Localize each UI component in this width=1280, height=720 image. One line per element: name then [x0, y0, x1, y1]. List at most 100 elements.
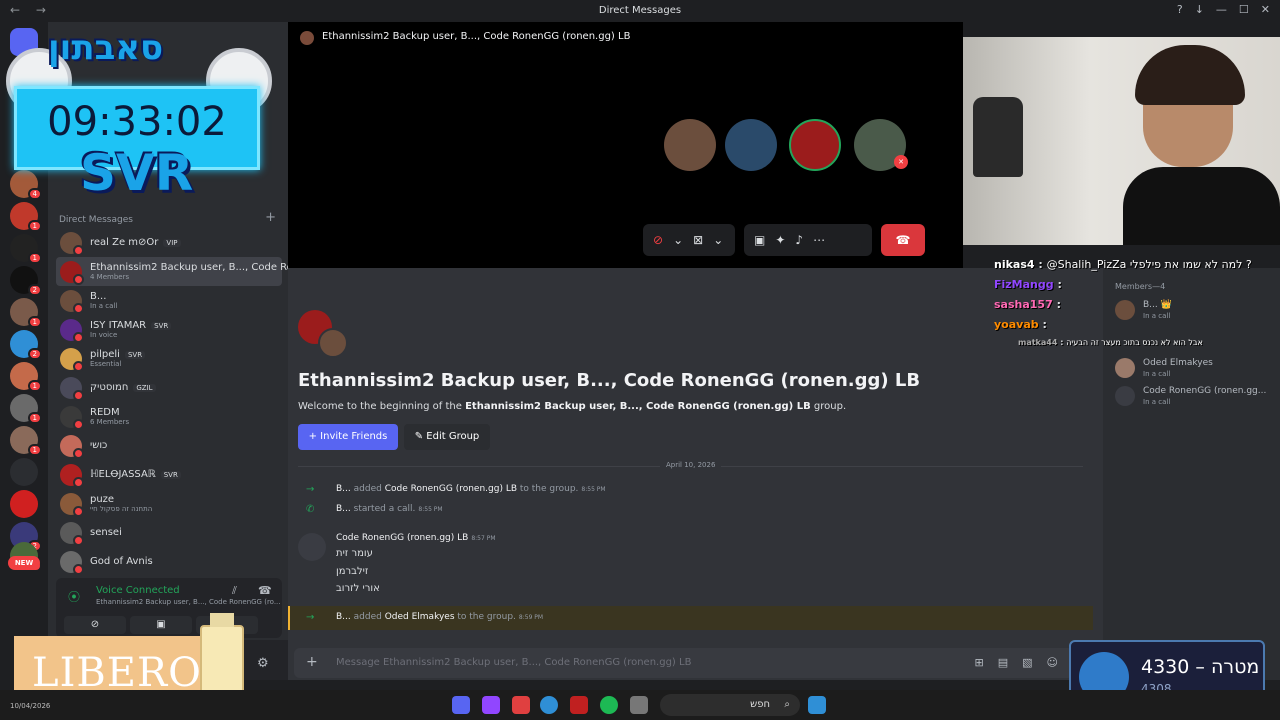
avatar	[1115, 386, 1135, 406]
chrome-icon[interactable]	[540, 696, 558, 714]
status-badge: GZIL	[133, 384, 156, 392]
server-icon[interactable]: 2	[10, 266, 42, 296]
server-icon[interactable]: 1	[10, 362, 42, 392]
message-placeholder: Message Ethannissim2 Backup user, B..., …	[336, 657, 692, 668]
camera-off-button[interactable]: ⊘	[64, 616, 126, 634]
edit-group-button[interactable]: ✎ Edit Group	[404, 424, 490, 450]
gif-icon[interactable]: ▤	[998, 656, 1008, 669]
server-icon[interactable]: 1	[10, 202, 42, 232]
chat-message: sasha157 :	[994, 298, 1061, 311]
discord-icon[interactable]	[452, 696, 470, 714]
camera-off-icon[interactable]: ⊠	[693, 233, 703, 247]
dm-item[interactable]: ℍELꝊJASSAℝ SVR	[56, 460, 282, 489]
join-arrow-icon: →	[306, 612, 315, 623]
webcam-overlay	[963, 37, 1280, 245]
app-icon[interactable]	[570, 696, 588, 714]
server-icon[interactable]: 1	[10, 298, 42, 328]
message-author[interactable]: Code RonenGG (ronen.gg) LB 8:57 PM	[336, 533, 496, 543]
member-item[interactable]: Oded Elmakyes In a call	[1115, 358, 1275, 384]
soundboard-icon[interactable]: ♪	[795, 233, 803, 247]
gear-icon[interactable]: ⚙	[257, 656, 269, 671]
chevron-down-icon[interactable]: ⌄	[673, 233, 683, 247]
group-avatar	[298, 310, 348, 360]
dm-item[interactable]: sensei	[56, 518, 282, 547]
avatar	[60, 463, 84, 488]
dm-item[interactable]: REDM 6 Members	[56, 402, 282, 431]
message-input[interactable]: + Message Ethannissim2 Backup user, B...…	[294, 648, 1074, 678]
server-icon[interactable]	[10, 490, 38, 518]
invite-friends-button[interactable]: + Invite Friends	[298, 424, 398, 450]
app-icon[interactable]	[512, 696, 530, 714]
sticker-icon[interactable]: ▧	[1022, 656, 1032, 669]
dm-item[interactable]: ISY ITAMAR SVR In voice	[56, 315, 282, 344]
screen-share-button[interactable]: ▣	[130, 616, 192, 634]
screen-share-icon[interactable]: ▣	[754, 233, 765, 247]
dm-item[interactable]: puze התחנה זה פסקול חיי	[56, 489, 282, 518]
spotify-icon[interactable]	[600, 696, 618, 714]
help-icon[interactable]: ?	[1177, 3, 1183, 16]
signal-icon[interactable]: ⦿	[68, 588, 80, 605]
server-icon[interactable]: 1	[10, 234, 42, 264]
call-participant-avatar[interactable]	[725, 119, 777, 171]
server-icon[interactable]: 1	[10, 426, 42, 456]
taskbar-search[interactable]: חפש ⌕	[660, 694, 800, 716]
server-icon[interactable]: 2	[10, 330, 42, 360]
noise-suppression-icon[interactable]: ⫽	[232, 584, 237, 598]
windows-start-icon[interactable]	[808, 696, 826, 714]
dm-item[interactable]: Ethannissim2 Backup user, B..., Code Ro.…	[56, 257, 302, 286]
dm-item[interactable]: pilpeli SVR Essential	[56, 344, 282, 373]
voice-channel[interactable]: Ethannissim2 Backup user, B..., Code Ron…	[96, 598, 281, 606]
call-participant-avatar[interactable]	[664, 119, 716, 171]
taskbar-date: 10/04/2026	[10, 702, 51, 710]
gift-icon[interactable]: ⊞	[975, 656, 984, 669]
close-icon[interactable]: ✕	[1261, 3, 1270, 16]
system-message: B... added Code RonenGG (ronen.gg) LB to…	[336, 484, 606, 494]
avatar	[1115, 358, 1135, 378]
system-message: B... added Oded Elmakyes to the group. 8:…	[336, 612, 544, 622]
call-participant-avatar[interactable]: ✕	[854, 119, 908, 171]
more-icon[interactable]: ⋯	[813, 233, 825, 247]
message-line: עומר זית	[336, 548, 373, 559]
create-dm-icon[interactable]: +	[265, 210, 276, 225]
add-user-icon: +	[308, 431, 321, 442]
twitch-icon[interactable]	[482, 696, 500, 714]
window-title: Direct Messages	[598, 5, 682, 16]
chat-message: nikas4 : @Shalih_PizZa למה לא שמו את פיל…	[994, 258, 1252, 271]
attach-icon[interactable]: +	[306, 654, 318, 670]
emoji-icon[interactable]: ☺	[1047, 656, 1058, 669]
voice-status: Voice Connected	[96, 585, 180, 596]
member-item[interactable]: Code RonenGG (ronen.gg... In a call	[1115, 386, 1275, 412]
pencil-icon: ✎	[414, 431, 427, 442]
system-message: B... started a call. 8:55 PM	[336, 504, 443, 514]
chevron-down-icon[interactable]: ⌄	[713, 233, 723, 247]
server-icon[interactable]	[10, 458, 38, 486]
disconnect-icon[interactable]: ☎	[258, 584, 272, 597]
dm-item[interactable]: חמוסטיק GZIL	[56, 373, 282, 402]
avatar	[60, 376, 84, 401]
call-participant-avatar[interactable]	[789, 119, 841, 171]
dm-header: Direct Messages	[59, 215, 133, 225]
explorer-icon[interactable]	[630, 696, 648, 714]
hang-up-button[interactable]: ☎	[881, 224, 925, 256]
minimize-icon[interactable]: —	[1216, 3, 1227, 16]
muted-icon: ✕	[894, 155, 908, 169]
avatar	[60, 521, 84, 546]
call-controls: ▣ ✦ ♪ ⋯	[744, 224, 872, 256]
stream-chat-overlay: nikas4 : @Shalih_PizZa למה לא שמו את פיל…	[970, 240, 1280, 352]
call-area: Ethannissim2 Backup user, B..., Code Ron…	[288, 22, 963, 268]
chat-message: matka44 : אבל הוא לא נכנס בתוכ מעצר זה ה…	[1018, 338, 1203, 347]
status-badge: SVR	[160, 471, 181, 479]
dm-item[interactable]: God of Avnis	[56, 547, 282, 576]
download-icon[interactable]: ↓	[1195, 3, 1204, 16]
mic-muted-icon[interactable]: ⊘	[653, 233, 663, 247]
status-badge: VIP	[163, 239, 181, 247]
activities-icon[interactable]: ✦	[775, 233, 785, 247]
avatar[interactable]	[298, 533, 326, 561]
taskbar: 10/04/2026 חפש ⌕	[0, 690, 1280, 720]
dm-item[interactable]: real Ze m⊘Or VIP	[56, 228, 282, 257]
dm-item[interactable]: כושי	[56, 431, 282, 460]
server-icon[interactable]: 1	[10, 394, 42, 424]
avatar	[60, 492, 84, 517]
maximize-icon[interactable]: ☐	[1239, 3, 1249, 16]
dm-item[interactable]: B... In a call	[56, 286, 282, 315]
